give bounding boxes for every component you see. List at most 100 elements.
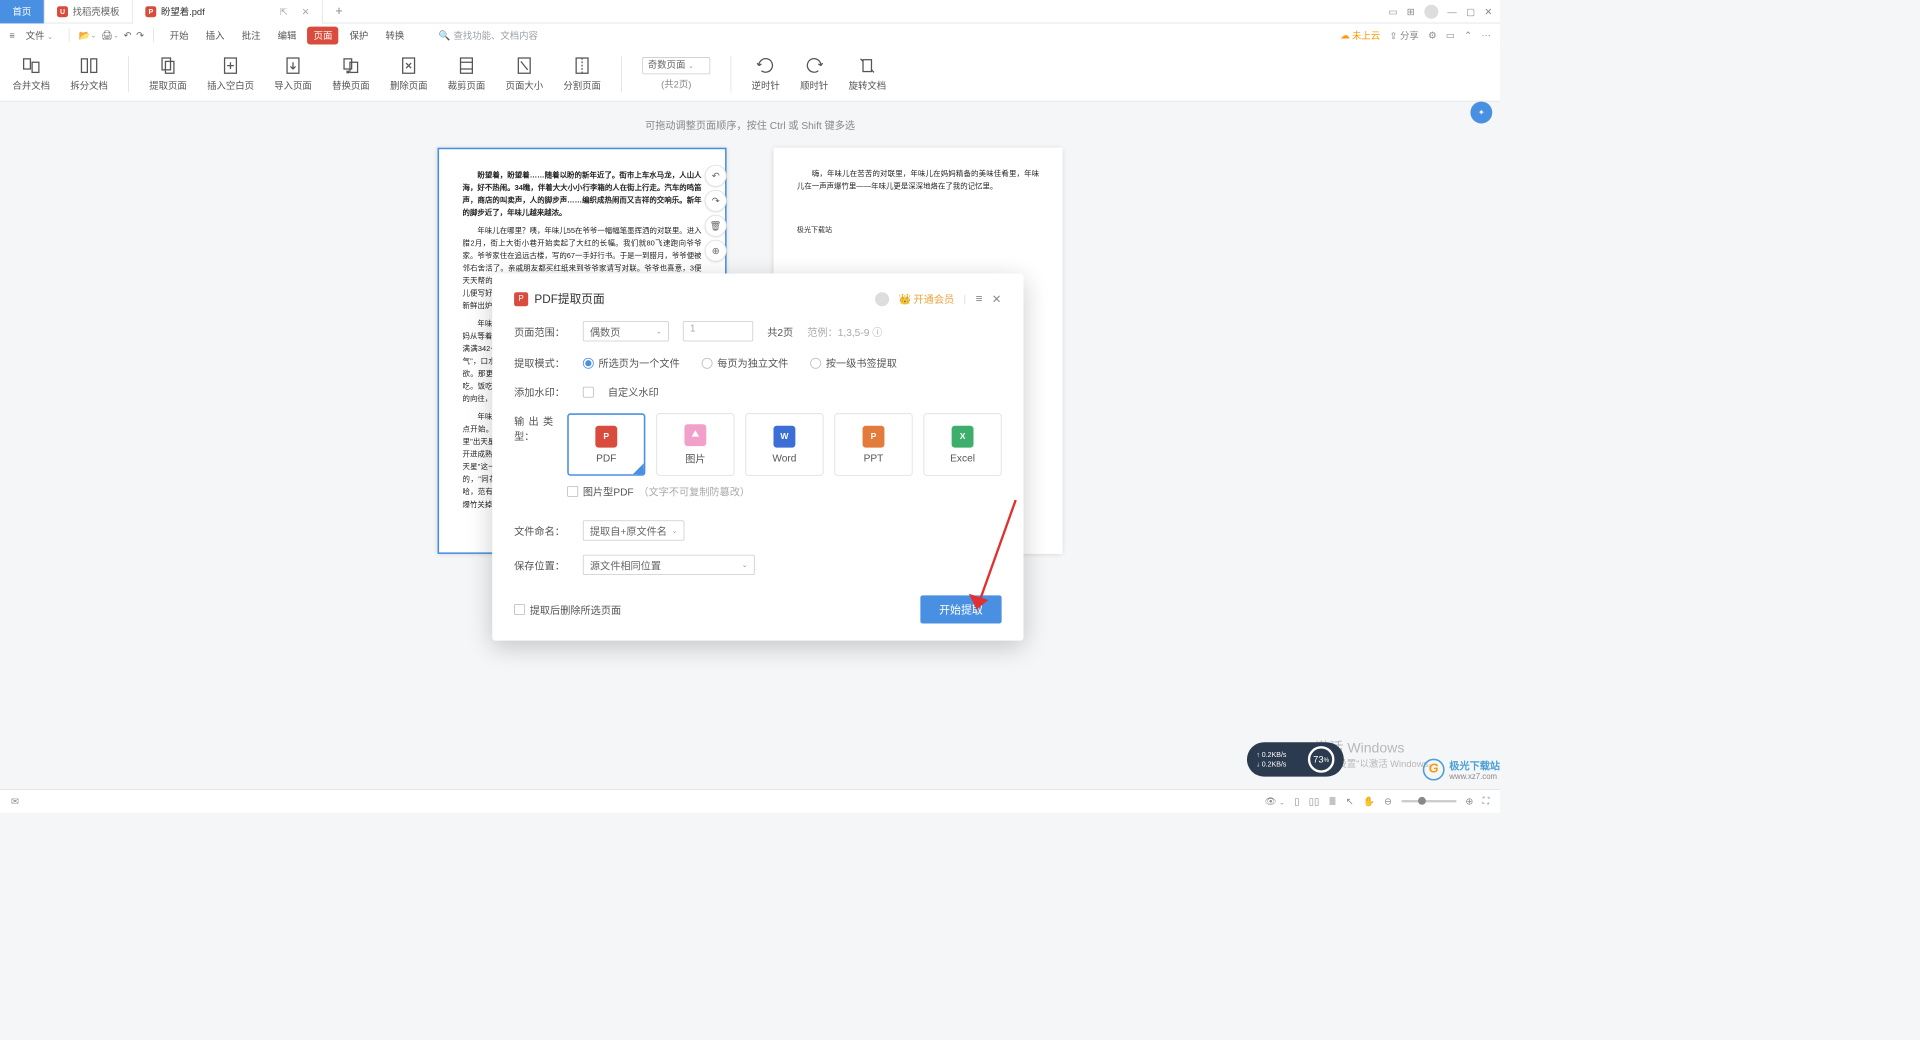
menu-protect[interactable]: 保护 <box>343 26 374 44</box>
file-menu[interactable]: 文件 ⌄ <box>20 26 60 44</box>
name-select[interactable]: 提取自+原文件名⌄ <box>583 520 685 540</box>
statusbar: ✉ 👁 ⌄ ▯ ▯▯ ≣ ↖ ✋ ⊖ ⊕ ⛶ <box>0 789 1500 812</box>
rotate-right-icon[interactable]: ↷ <box>705 190 727 212</box>
layout-1-icon[interactable]: ▭ <box>1389 6 1398 17</box>
search-box[interactable]: 🔍 查找功能、文档内容 <box>439 29 538 42</box>
type-ppt[interactable]: PPPT <box>834 413 912 476</box>
start-extract-button[interactable]: 开始提取 <box>920 595 1001 623</box>
ribbon-split[interactable]: 拆分文档 <box>70 55 108 92</box>
layout-grid-icon[interactable]: ⊞ <box>1407 6 1415 17</box>
zoom-slider[interactable] <box>1401 800 1456 802</box>
menu-comment[interactable]: 批注 <box>235 26 266 44</box>
range-label: 页面范围： <box>514 324 569 339</box>
tab-template[interactable]: U找稻壳模板 <box>45 0 133 23</box>
menu-start[interactable]: 开始 <box>164 26 195 44</box>
close-icon[interactable]: ✕ <box>992 292 1002 306</box>
new-tab-button[interactable]: + <box>323 0 355 23</box>
menu-icon[interactable]: ≡ <box>976 292 983 305</box>
dialog-title: PDF提取页面 <box>534 291 604 307</box>
status-mail-icon[interactable]: ✉ <box>11 796 19 807</box>
output-label: 输出类型： <box>514 413 553 443</box>
max-button[interactable]: ▢ <box>1466 6 1475 17</box>
float-assistant[interactable]: ✦ <box>1470 102 1492 124</box>
type-pdf[interactable]: PPDF <box>567 413 645 476</box>
ribbon-cw[interactable]: 顺时针 <box>800 55 828 92</box>
ribbon-extract[interactable]: 提取页面 <box>149 55 187 92</box>
radio-each-file[interactable]: 每页为独立文件 <box>702 355 789 370</box>
watermark-custom: 自定义水印 <box>608 384 659 399</box>
menu-page[interactable]: 页面 <box>307 26 338 44</box>
tab-home[interactable]: 首页 <box>0 0 45 23</box>
ribbon-ccw[interactable]: 逆时针 <box>752 55 780 92</box>
cursor-icon[interactable]: ↖ <box>1346 796 1354 807</box>
hand-icon[interactable]: ✋ <box>1363 796 1375 807</box>
menu-edit[interactable]: 编辑 <box>271 26 302 44</box>
ribbon-import[interactable]: 导入页面 <box>274 55 312 92</box>
pin-icon[interactable]: ⇱ <box>280 6 288 17</box>
ribbon-insert-blank[interactable]: 插入空白页 <box>207 55 254 92</box>
range-select[interactable]: 偶数页⌄ <box>583 321 669 341</box>
gear-icon[interactable]: ⚙ <box>1428 30 1436 41</box>
network-widget[interactable]: ↑ 0.2KB/s ↓ 0.2KB/s 73% <box>1247 742 1344 776</box>
watermark-label: 添加水印： <box>514 384 569 399</box>
open-icon[interactable]: 📂 ⌄ <box>79 30 97 41</box>
search-icon: 🔍 <box>439 30 451 41</box>
undo-icon[interactable]: ↶ <box>124 30 132 41</box>
trash-icon[interactable]: 🗑 <box>705 215 727 237</box>
menubar: ≡ 文件 ⌄ 📂 ⌄ 🖨 ⌄ ↶ ↷ 开始 插入 批注 编辑 页面 保护 转换 … <box>0 23 1500 46</box>
zoom-in-icon[interactable]: ⊕ <box>1465 796 1473 807</box>
ribbon-rotate[interactable]: 旋转文档 <box>849 55 887 92</box>
menu-convert[interactable]: 转换 <box>379 26 410 44</box>
chat-icon[interactable]: ▭ <box>1446 30 1455 41</box>
min-button[interactable]: — <box>1447 6 1456 17</box>
watermark-checkbox[interactable] <box>583 386 594 397</box>
share-button[interactable]: ⇪ 分享 <box>1389 29 1418 42</box>
range-example: 范例：1,3,5-9 ⓘ <box>807 324 882 339</box>
view-double-icon[interactable]: ▯▯ <box>1309 796 1319 807</box>
print-icon[interactable]: 🖨 ⌄ <box>101 30 119 41</box>
ribbon-size[interactable]: 页面大小 <box>506 55 544 92</box>
ribbon-replace[interactable]: 替换页面 <box>332 55 370 92</box>
page-tools: ↶ ↷ 🗑 ⊕ <box>705 165 727 262</box>
close-icon[interactable]: ✕ <box>302 6 310 17</box>
cloud-status[interactable]: ☁ 未上云 <box>1340 29 1380 42</box>
view-eye-icon[interactable]: 👁 ⌄ <box>1264 796 1284 807</box>
total-pages: 共2页 <box>767 324 793 339</box>
vip-link[interactable]: 👑 开通会员 <box>899 291 955 306</box>
avatar-icon[interactable] <box>875 292 889 306</box>
tab-file[interactable]: P盼望着.pdf⇱✕ <box>133 0 323 23</box>
save-select[interactable]: 源文件相同位置⌄ <box>583 555 755 575</box>
type-excel[interactable]: XExcel <box>923 413 1001 476</box>
user-avatar[interactable] <box>1424 4 1438 18</box>
view-continuous-icon[interactable]: ≣ <box>1329 796 1337 807</box>
ribbon-crop[interactable]: 裁剪页面 <box>448 55 486 92</box>
radio-single-file[interactable]: 所选页为一个文件 <box>583 355 680 370</box>
delete-after-checkbox[interactable] <box>514 604 525 615</box>
view-single-icon[interactable]: ▯ <box>1294 796 1299 807</box>
range-input[interactable]: 1 <box>683 321 753 341</box>
site-watermark: G 极光下载站www.xz7.com <box>1423 758 1500 781</box>
site-logo-icon: G <box>1423 759 1445 781</box>
more-icon[interactable]: ⋯ <box>1481 30 1490 41</box>
page-filter-select[interactable]: 奇数页面 ⌄ <box>642 57 710 74</box>
menu-insert[interactable]: 插入 <box>200 26 231 44</box>
ribbon-delete[interactable]: 删除页面 <box>390 55 428 92</box>
pdf-icon: P <box>145 6 156 17</box>
ribbon-merge[interactable]: 合并文档 <box>13 55 51 92</box>
hamburger-icon[interactable]: ≡ <box>9 30 14 41</box>
ribbon-divide[interactable]: 分割页面 <box>563 55 601 92</box>
fit-icon[interactable]: ⛶ <box>1483 795 1490 807</box>
redo-icon[interactable]: ↷ <box>136 30 144 41</box>
mode-label: 提取模式： <box>514 355 569 370</box>
collapse-ribbon-icon[interactable]: ⌃ <box>1464 30 1472 41</box>
type-image[interactable]: ⛰图片 <box>656 413 734 476</box>
rotate-left-icon[interactable]: ↶ <box>705 165 727 187</box>
zoom-out-icon[interactable]: ⊖ <box>1384 796 1392 807</box>
radio-bookmark[interactable]: 按一级书签提取 <box>810 355 897 370</box>
zoom-icon[interactable]: ⊕ <box>705 240 727 262</box>
name-label: 文件命名： <box>514 523 569 538</box>
image-pdf-checkbox[interactable] <box>567 486 578 497</box>
close-button[interactable]: ✕ <box>1484 6 1492 17</box>
page-content: 嗨，年味儿在苦苦的对联里，年味儿在妈妈精备的美味佳肴里，年味儿在一声声爆竹里——… <box>797 168 1039 236</box>
type-word[interactable]: WWord <box>745 413 823 476</box>
